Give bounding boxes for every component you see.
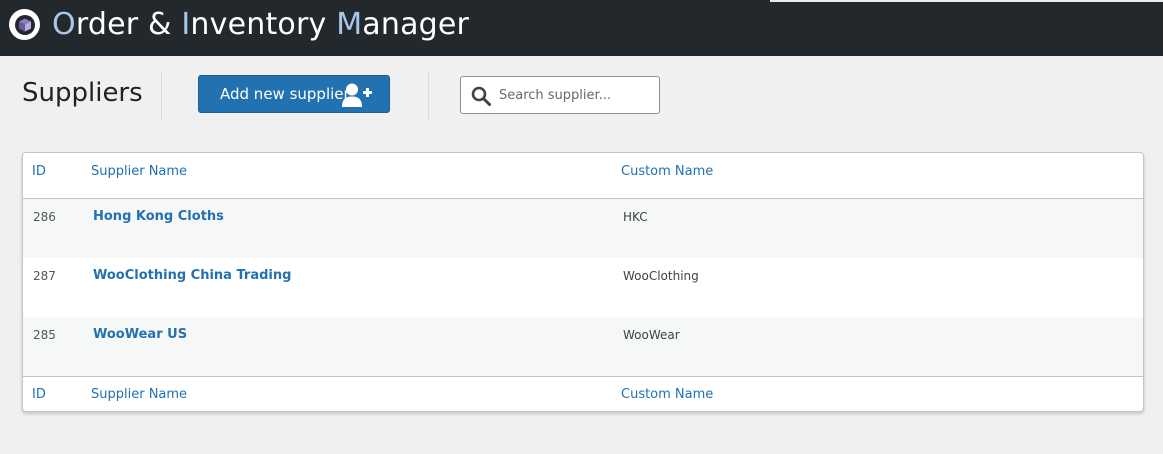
app-title-part: anager xyxy=(362,7,470,42)
supplier-custom-name: HKC xyxy=(623,210,648,224)
table-row: 285 WooWear US WooWear xyxy=(23,317,1143,376)
column-header-id[interactable]: ID xyxy=(32,164,46,179)
app-title-part: nventory xyxy=(190,7,337,42)
top-bar-accent-line xyxy=(770,0,1163,2)
column-footer-custom-name[interactable]: Custom Name xyxy=(621,387,713,402)
search-box[interactable] xyxy=(460,76,660,114)
table-footer: ID Supplier Name Custom Name xyxy=(23,376,1143,411)
column-footer-supplier-name[interactable]: Supplier Name xyxy=(91,387,187,402)
column-header-supplier-name[interactable]: Supplier Name xyxy=(91,164,187,179)
supplier-name-link[interactable]: WooWear US xyxy=(93,327,187,342)
search-supplier-input[interactable] xyxy=(499,77,655,113)
table-header: ID Supplier Name Custom Name xyxy=(23,153,1143,199)
box-icon[interactable] xyxy=(9,9,40,40)
supplier-id: 286 xyxy=(33,210,56,224)
column-header-custom-name[interactable]: Custom Name xyxy=(621,164,713,179)
search-icon xyxy=(471,86,491,111)
supplier-custom-name: WooClothing xyxy=(623,269,699,283)
supplier-name-link[interactable]: Hong Kong Cloths xyxy=(93,209,224,224)
toolbar-divider xyxy=(428,72,429,121)
app-title-part: M xyxy=(336,7,363,42)
suppliers-table: ID Supplier Name Custom Name 286 Hong Ko… xyxy=(22,152,1144,412)
table-row: 287 WooClothing China Trading WooClothin… xyxy=(23,258,1143,317)
top-bar: Order & Inventory Manager xyxy=(0,0,1163,56)
app-title: Order & Inventory Manager xyxy=(52,6,469,44)
supplier-id: 287 xyxy=(33,269,56,283)
add-new-supplier-label: Add new supplier xyxy=(220,85,350,103)
app-title-part: rder & xyxy=(75,7,182,42)
table-row: 286 Hong Kong Cloths HKC xyxy=(23,199,1143,258)
toolbar-divider xyxy=(161,72,162,121)
app-title-part: O xyxy=(52,7,76,42)
add-user-icon xyxy=(341,82,373,113)
supplier-name-link[interactable]: WooClothing China Trading xyxy=(93,268,291,283)
supplier-custom-name: WooWear xyxy=(623,328,680,342)
column-footer-id[interactable]: ID xyxy=(32,387,46,402)
page-title: Suppliers xyxy=(22,78,143,108)
supplier-id: 285 xyxy=(33,328,56,342)
add-new-supplier-button[interactable]: Add new supplier xyxy=(198,75,390,113)
